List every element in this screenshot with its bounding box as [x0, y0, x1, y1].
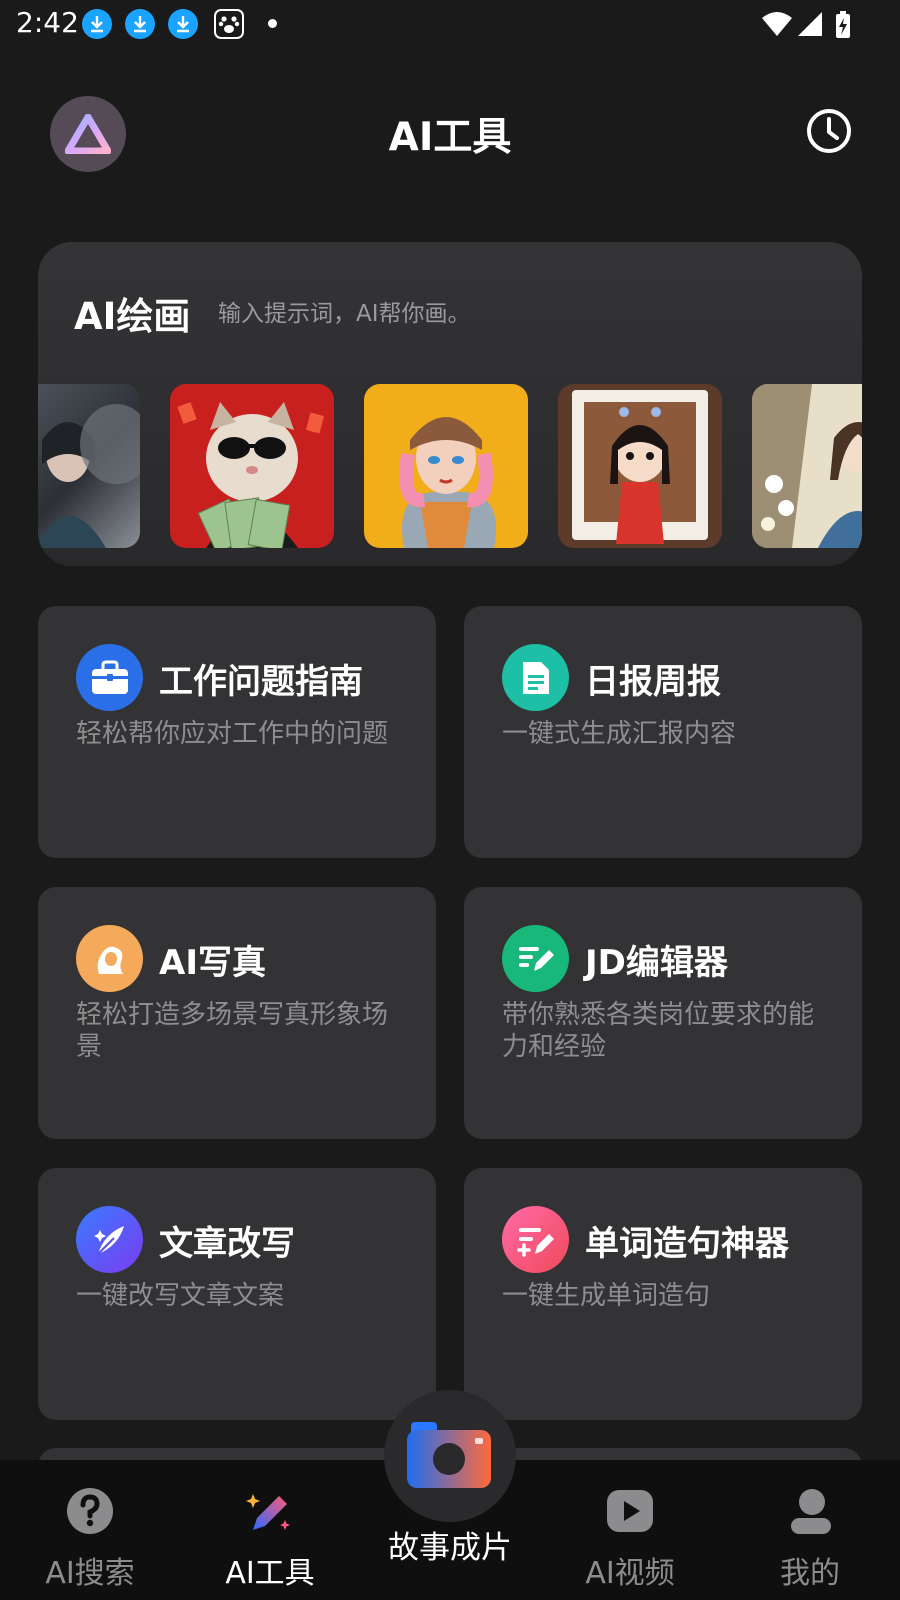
tool-description: 一键生成单词造句 [502, 1281, 711, 1311]
tool-card-work-guide[interactable]: 工作问题指南 轻松帮你应对工作中的问题 [38, 606, 436, 858]
girl-with-flowers-image [752, 384, 862, 548]
story-camera-button[interactable] [384, 1390, 516, 1522]
status-time: 2:42 [16, 6, 79, 39]
tool-title: 日报周报 [585, 662, 721, 702]
tool-card-article-rewrite[interactable]: 文章改写 一键改写文章文案 [38, 1168, 436, 1420]
nav-item-ai-tools[interactable]: AI工具 [180, 1460, 360, 1600]
status-bar: 2:42 [0, 0, 900, 48]
wifi-icon [762, 12, 792, 36]
nav-label: AI搜索 [45, 1556, 135, 1591]
edit-list-icon [502, 925, 569, 992]
download-icon [82, 9, 112, 39]
document-icon [502, 644, 569, 711]
tool-card-jd-editor[interactable]: JD编辑器 带你熟悉各类岗位要求的能力和经验 [464, 887, 862, 1139]
notification-dot [268, 19, 277, 28]
clock-icon [807, 109, 851, 153]
tool-description: 一键改写文章文案 [76, 1281, 285, 1311]
status-indicators [760, 10, 860, 44]
user-icon [791, 1489, 831, 1534]
nav-item-ai-search[interactable]: AI搜索 [0, 1460, 180, 1600]
download-icon [168, 9, 198, 39]
tool-description: 轻松帮你应对工作中的问题 [76, 719, 389, 749]
sample-image-flowers[interactable] [752, 384, 862, 548]
tool-title: 工作问题指南 [159, 662, 363, 702]
tool-card-daily-report[interactable]: 日报周报 一键式生成汇报内容 [464, 606, 862, 858]
ai-drawing-title: AI绘画 [74, 295, 191, 338]
portrait-icon [76, 925, 143, 992]
baidu-paw-icon [214, 9, 244, 39]
tool-description: 一键式生成汇报内容 [502, 719, 737, 749]
magic-pen-icon [246, 1494, 290, 1530]
sample-image-girl[interactable] [364, 384, 528, 548]
tool-title: 文章改写 [159, 1224, 295, 1264]
download-icon [125, 9, 155, 39]
tool-title: 单词造句神器 [585, 1224, 789, 1264]
nav-label: 我的 [780, 1556, 840, 1591]
feather-sparkle-icon [76, 1206, 143, 1273]
tool-description: 带你熟悉各类岗位要求的能力和经验 [502, 1000, 815, 1062]
sample-image-cat[interactable] [170, 384, 334, 548]
tool-card-ai-portrait[interactable]: AI写真 轻松打造多场景写真形象场景 [38, 887, 436, 1139]
tool-description: 轻松打造多场景写真形象场景 [76, 1000, 389, 1062]
tool-title: JD编辑器 [585, 943, 728, 983]
tool-card-word-sentence[interactable]: 单词造句神器 一键生成单词造句 [464, 1168, 862, 1420]
portrait-woman-ink-image [38, 404, 140, 548]
play-icon [607, 1490, 653, 1532]
sample-image-doll[interactable] [558, 384, 722, 548]
history-button[interactable] [804, 106, 854, 156]
battery-charging-icon [836, 11, 850, 38]
nav-item-mine[interactable]: 我的 [720, 1460, 900, 1600]
briefcase-icon [76, 644, 143, 711]
ai-drawing-card[interactable]: AI绘画 输入提示词，AI帮你画。 [38, 242, 862, 566]
doll-in-red-dress-image [572, 390, 708, 544]
page-title: AI工具 [388, 115, 512, 160]
question-icon [67, 1488, 113, 1534]
nav-item-ai-video[interactable]: AI视频 [540, 1460, 720, 1600]
ai-drawing-subtitle: 输入提示词，AI帮你画。 [218, 301, 471, 327]
camera-icon [407, 1422, 491, 1488]
nav-label-story[interactable]: 故事成片 [360, 1522, 540, 1567]
tool-title: AI写真 [159, 943, 266, 983]
nav-label: AI视频 [585, 1556, 675, 1591]
nav-label: AI工具 [225, 1556, 315, 1591]
header: AI工具 [0, 88, 900, 178]
signal-icon [798, 12, 822, 36]
pink-hair-girl-image [399, 417, 496, 548]
word-edit-icon [502, 1206, 569, 1273]
cat-sunglasses-money-image [177, 402, 325, 548]
sample-image-portrait[interactable] [38, 384, 140, 548]
